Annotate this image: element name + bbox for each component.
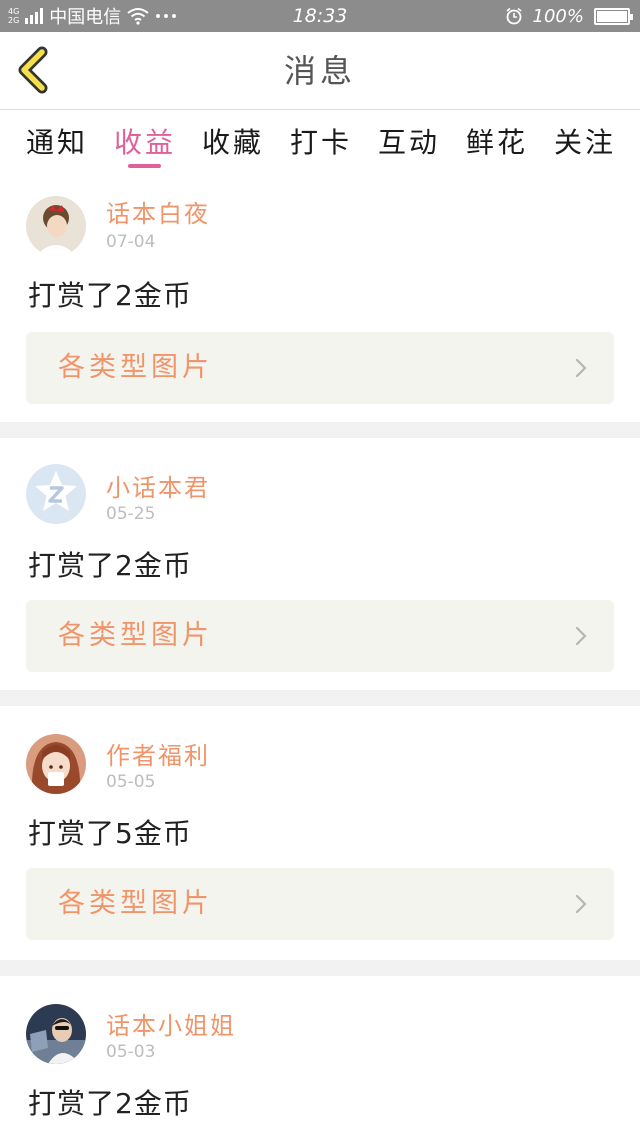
tab-checkin[interactable]: 打卡	[290, 121, 352, 161]
chevron-right-icon	[575, 358, 587, 378]
battery-icon	[594, 7, 633, 25]
avatar[interactable]	[26, 464, 86, 524]
sender-name[interactable]: 话本小姐姐	[106, 1006, 236, 1041]
avatar[interactable]	[26, 196, 86, 256]
tab-following[interactable]: 关注	[554, 121, 616, 161]
sender-name[interactable]: 作者福利	[106, 736, 210, 771]
content-link-label: 各类型图片	[58, 888, 213, 919]
section-divider	[0, 960, 640, 976]
chevron-right-icon	[575, 626, 587, 646]
section-divider	[0, 422, 640, 438]
message-card: 小话本君 05-25 打赏了2金币 各类型图片	[0, 438, 640, 690]
sender-name[interactable]: 话本白夜	[106, 194, 210, 229]
back-button[interactable]	[14, 46, 60, 94]
active-tab-indicator	[128, 164, 161, 168]
message-card: 作者福利 05-05 打赏了5金币 各类型图片	[0, 706, 640, 960]
content-link-label: 各类型图片	[58, 620, 213, 651]
message-date: 07-04	[106, 232, 156, 252]
message-date: 05-25	[106, 504, 156, 524]
avatar[interactable]	[26, 734, 86, 794]
chevron-left-icon	[18, 46, 48, 94]
message-date: 05-05	[106, 772, 156, 792]
tab-favorites[interactable]: 收藏	[202, 121, 264, 161]
message-card: 话本白夜 07-04 打赏了2金币 各类型图片	[0, 174, 640, 422]
tab-flowers[interactable]: 鲜花	[466, 121, 528, 161]
tab-notice[interactable]: 通知	[26, 121, 88, 161]
page-title: 消息	[283, 52, 356, 90]
message-text: 打赏了2金币	[28, 549, 192, 582]
avatar[interactable]	[26, 1004, 86, 1064]
message-text: 打赏了2金币	[28, 1087, 192, 1120]
content-link[interactable]: 各类型图片	[26, 868, 614, 940]
status-right: 100%	[505, 0, 633, 32]
message-date: 05-03	[106, 1042, 156, 1062]
message-text: 打赏了5金币	[28, 817, 192, 850]
content-link[interactable]: 各类型图片	[26, 332, 614, 404]
sender-name[interactable]: 小话本君	[106, 468, 210, 503]
tab-earnings[interactable]: 收益	[114, 121, 176, 161]
tab-bar: 通知 收益 收藏 打卡 互动 鲜花 关注	[0, 111, 640, 173]
battery-percent: 100%	[532, 5, 584, 27]
content-link-label: 各类型图片	[58, 352, 213, 383]
message-card: 话本小姐姐 05-03 打赏了2金币	[0, 976, 640, 1138]
content-link[interactable]: 各类型图片	[26, 600, 614, 672]
tab-interaction[interactable]: 互动	[378, 121, 440, 161]
message-text: 打赏了2金币	[28, 279, 192, 312]
section-divider	[0, 690, 640, 706]
status-bar: 4G 2G 中国电信 18:33 100%	[0, 0, 640, 32]
alarm-icon	[506, 7, 522, 25]
nav-header: 消息	[0, 32, 640, 110]
chevron-right-icon	[575, 894, 587, 914]
